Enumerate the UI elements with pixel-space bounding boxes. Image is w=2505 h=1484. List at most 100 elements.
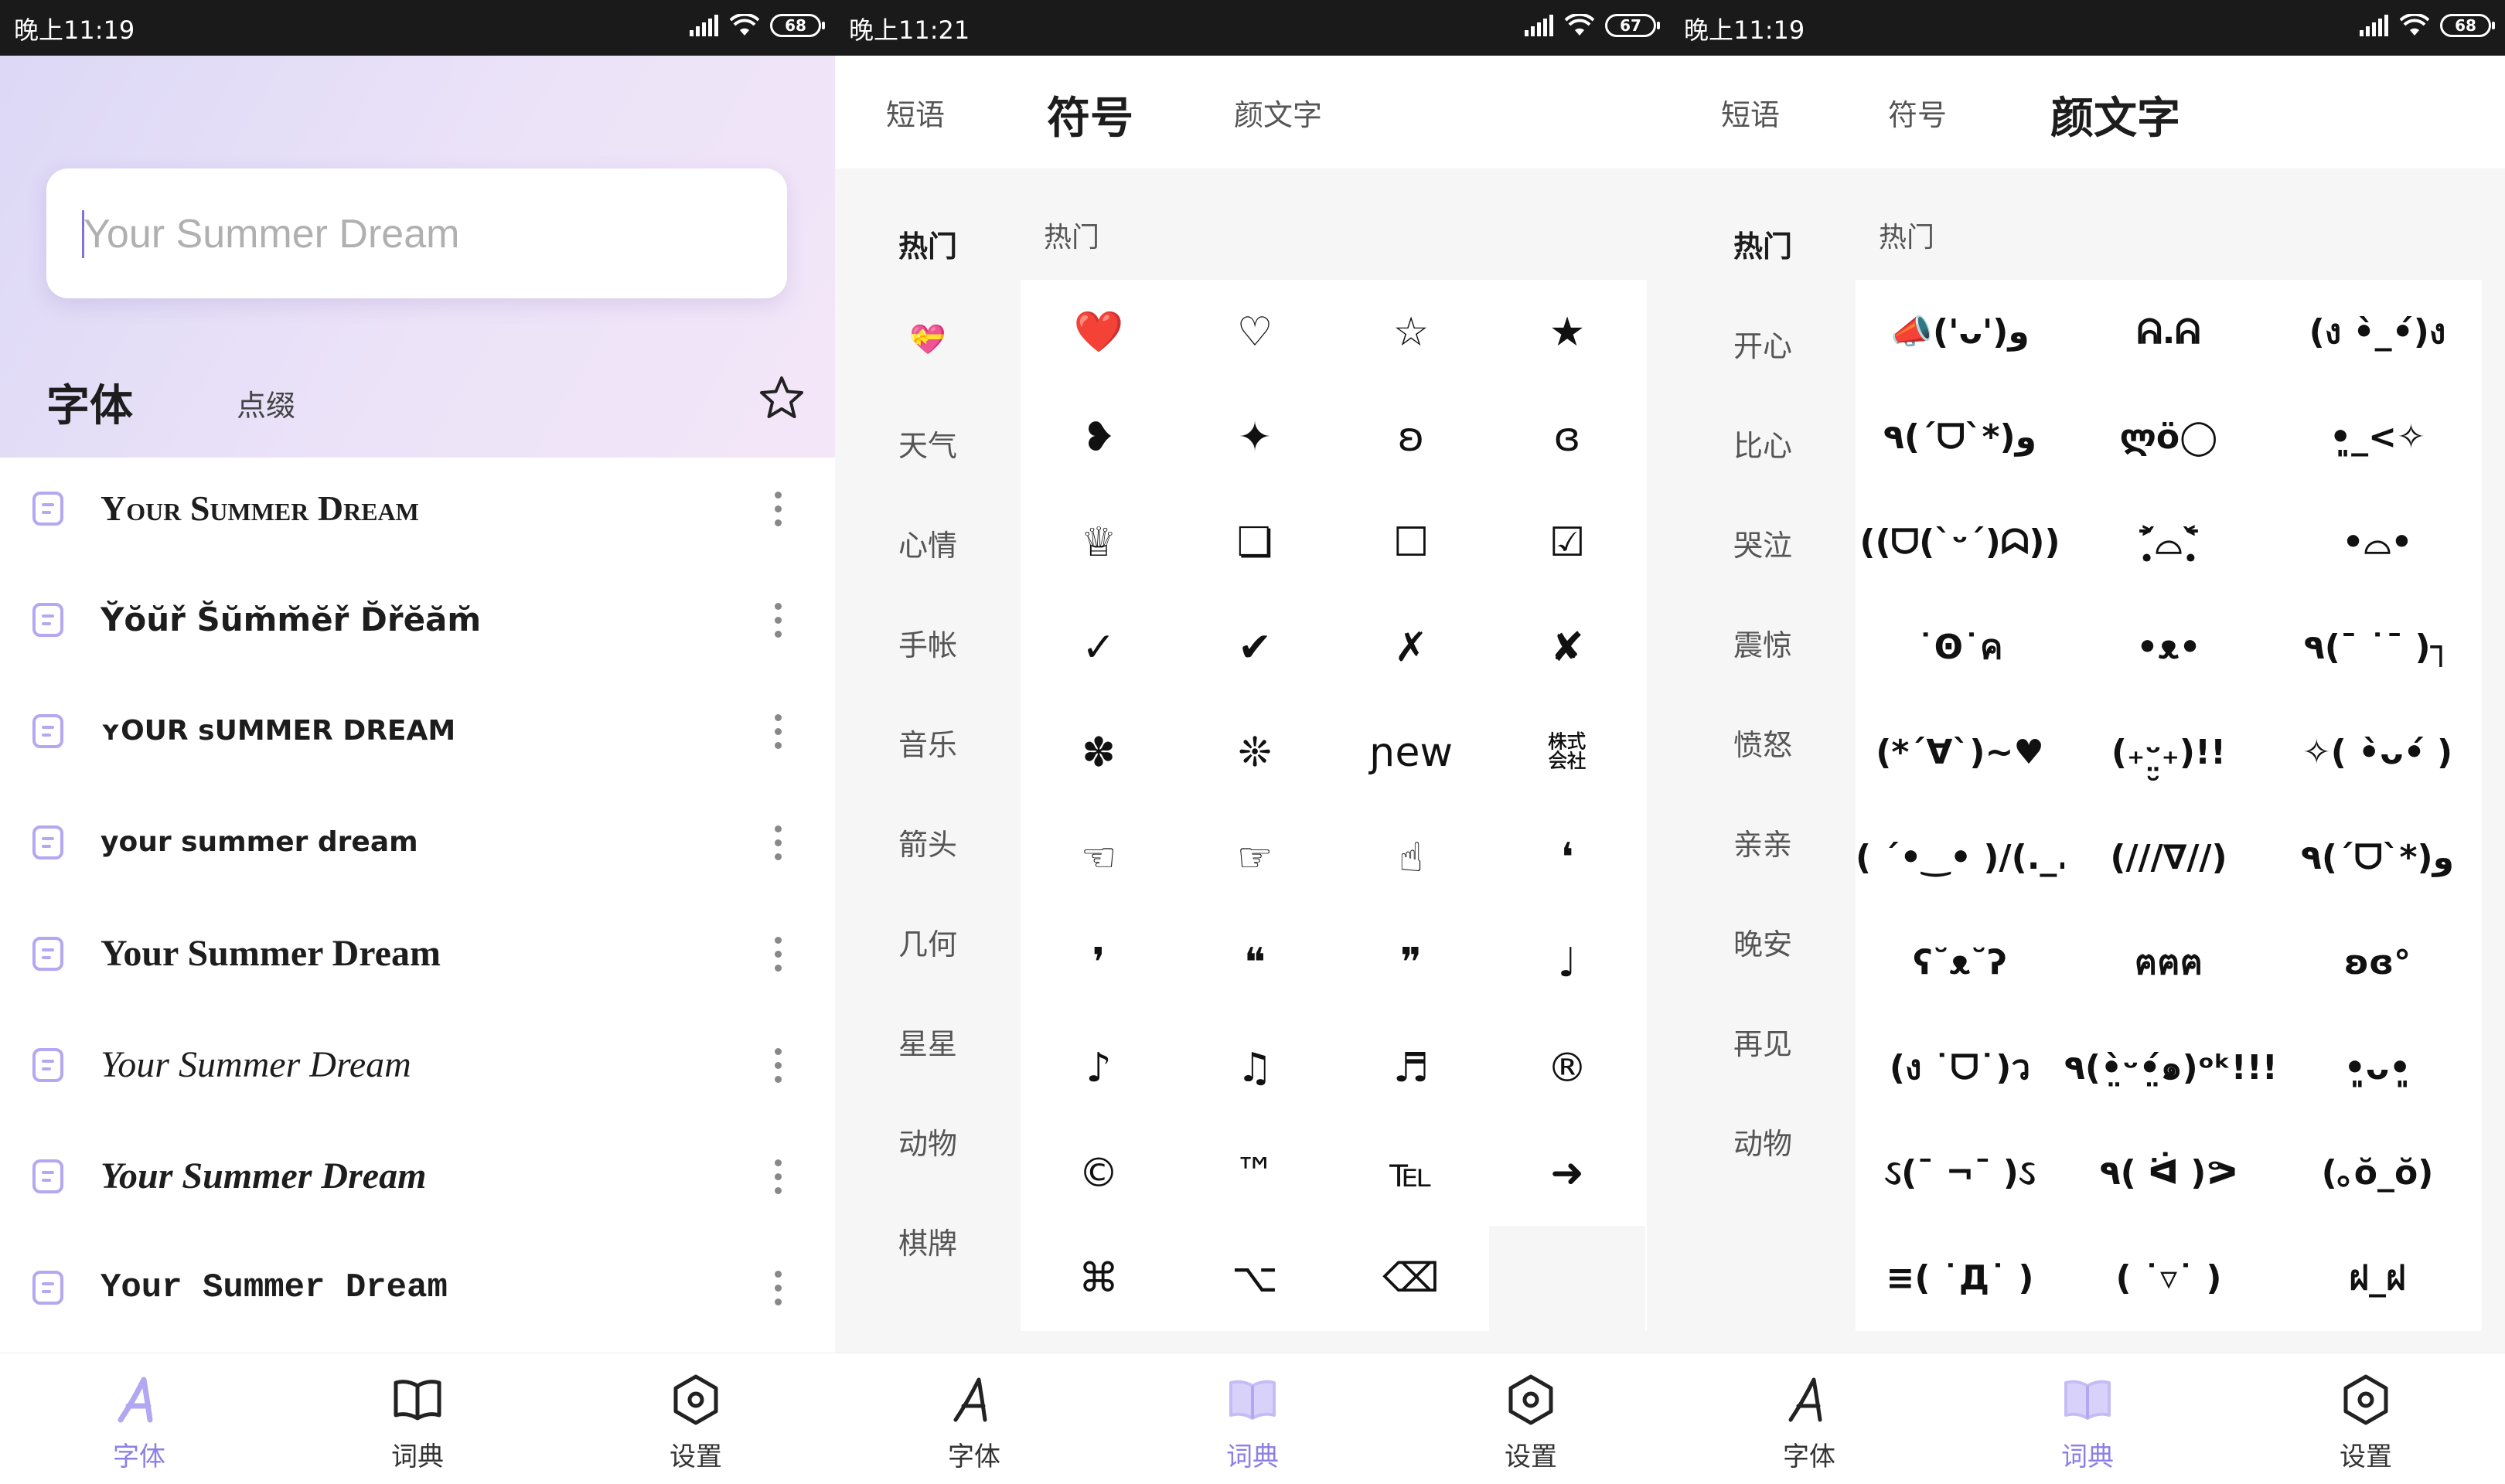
kaomoji-cell[interactable]: ლö◯ [2064,385,2273,490]
category-item[interactable]: 开心 [1670,322,1856,365]
more-vertical-icon[interactable] [770,603,786,646]
symbol-cell[interactable]: ❥ [1021,385,1177,490]
category-item[interactable]: 再见 [1670,1020,1856,1063]
kaomoji-cell[interactable]: ʚɞ° [2273,910,2482,1016]
symbol-cell[interactable]: ✦ [1177,385,1333,490]
symbol-cell[interactable]: ❞ [1333,910,1489,1016]
tab-decorations[interactable]: 点缀 [237,382,295,424]
nav-dictionary[interactable]: 词典 [1948,1353,2227,1484]
kaomoji-cell[interactable]: 📣('ᴗ')و [1856,280,2064,385]
nav-dictionary[interactable]: 词典 [278,1353,557,1484]
symbol-cell[interactable]: ☝ [1333,805,1489,910]
symbol-cell[interactable]: ɲew [1333,700,1489,805]
symbol-cell[interactable]: ✽ [1021,700,1177,805]
kaomoji-cell[interactable]: ᕱ.ᕱ [2064,280,2273,385]
symbol-cell[interactable]: ♬ [1333,1016,1489,1121]
font-row[interactable]: Your Summer Dream [0,1237,835,1348]
font-row[interactable]: Your Summer Dream [0,1125,835,1237]
nav-fonts[interactable]: 字体 [1670,1353,1948,1484]
kaomoji-cell[interactable]: ฝ_ฝ [2273,1226,2482,1331]
symbol-cell[interactable]: ♩ [1489,910,1645,1016]
symbol-cell[interactable]: ☑ [1489,490,1645,595]
kaomoji-cell[interactable]: ˃̣̣̥᷄⌓˂̣̣̥᷅ [2064,490,2273,595]
kaomoji-cell[interactable]: ฅฅฅ [2064,910,2273,1016]
symbol-cell[interactable]: ★ [1489,280,1645,385]
symbol-cell[interactable]: ʚ [1333,385,1489,490]
category-item[interactable]: 心情 [835,522,1021,564]
tab-fonts[interactable]: 字体 [46,371,133,434]
category-item[interactable]: 比心 [1670,422,1856,465]
category-item[interactable]: 晚安 [1670,921,1856,963]
font-row[interactable]: your summer dream [0,791,835,903]
kaomoji-cell[interactable]: ✧( •̀ᴗ•́ ) [2273,700,2482,805]
symbol-cell[interactable]: ☞ [1177,805,1333,910]
kaomoji-cell[interactable]: ˙Ꙩ˙ค [1856,595,2064,700]
font-row[interactable]: Your Summer Dream [0,903,835,1014]
symbol-cell[interactable]: ✗ [1333,595,1489,700]
kaomoji-cell[interactable]: •͈_<✧ [2273,385,2482,490]
symbol-cell[interactable]: ☆ [1333,280,1489,385]
category-item[interactable]: 动物 [835,1120,1021,1162]
symbol-cell[interactable]: ㍿ [1489,700,1645,805]
category-item[interactable]: 音乐 [835,721,1021,764]
kaomoji-cell[interactable]: ( ´•‿• )/(._.`) [1856,805,2064,910]
symbol-cell[interactable]: ♪ [1021,1016,1177,1121]
category-item[interactable]: 箭头 [835,821,1021,863]
symbol-cell[interactable]: ♕ [1021,490,1177,595]
tab-symbols[interactable]: 符号 [1888,91,1947,134]
font-row[interactable]: Y̆ŏŭř S̆ŭm̆m̆ĕř D̆řĕăm̆ [0,569,835,680]
tab-kaomoji[interactable]: 颜文字 [2050,83,2180,146]
more-vertical-icon[interactable] [770,937,786,980]
category-item[interactable]: 星星 [835,1020,1021,1063]
symbol-cell[interactable]: ♡ [1177,280,1333,385]
font-row[interactable]: Your Summer Dream [0,458,835,569]
category-item[interactable]: 天气 [835,422,1021,465]
font-row[interactable]: Your Summer Dream [0,1014,835,1125]
nav-dictionary[interactable]: 词典 [1113,1353,1392,1484]
kaomoji-cell[interactable]: (ง ˙ᗜ˙)ว [1856,1016,2064,1121]
kaomoji-cell[interactable]: ʕ˘ᴥ˘ʔ [1856,910,2064,1016]
symbol-cell[interactable]: ⌘ [1021,1226,1177,1331]
category-item[interactable]: 手帐 [835,621,1021,664]
symbol-cell[interactable]: ✓ [1021,595,1177,700]
symbol-cell[interactable]: ➜ [1489,1121,1645,1226]
symbol-cell[interactable]: ℡ [1333,1121,1489,1226]
kaomoji-cell[interactable]: ≡( ˙Д˙ ) [1856,1226,2064,1331]
more-vertical-icon[interactable] [770,492,786,535]
kaomoji-cell[interactable]: ٩(ˊᗜˋ*)و [2273,805,2482,910]
kaomoji-cell[interactable]: (ง •̀_•́)ง [2273,280,2482,385]
category-item[interactable]: 💝 [835,322,1021,357]
symbol-cell[interactable]: ✘ [1489,595,1645,700]
symbol-cell[interactable]: © [1021,1121,1177,1226]
symbol-cell[interactable]: ™ [1177,1121,1333,1226]
kaomoji-cell[interactable]: (*´∀`)~♥ [1856,700,2064,805]
kaomoji-cell[interactable]: ٩(¯ ˙¯ )┐ [2273,595,2482,700]
kaomoji-cell[interactable]: ٩(´ᗜ`*)و [1856,385,2064,490]
kaomoji-cell[interactable]: ٩(•̤̀ᵕ•̤́๑)ᵒᵏ!!!! [2064,1016,2273,1121]
category-item[interactable]: 几何 [835,921,1021,963]
symbol-cell[interactable]: ® [1489,1016,1645,1121]
symbol-cell[interactable]: ❜ [1021,910,1177,1016]
symbol-cell[interactable]: ⌥ [1177,1226,1333,1331]
tab-kaomoji[interactable]: 颜文字 [1234,91,1322,134]
symbol-cell[interactable]: ❤️ [1021,280,1177,385]
category-item[interactable]: 热门 [1670,223,1856,265]
tab-phrases[interactable]: 短语 [886,91,945,134]
symbol-cell[interactable]: ☜ [1021,805,1177,910]
category-item[interactable]: 愤怒 [1670,721,1856,764]
nav-settings[interactable]: 设置 [1392,1353,1670,1484]
tab-phrases[interactable]: 短语 [1721,91,1780,134]
category-item[interactable]: 震惊 [1670,621,1856,664]
kaomoji-cell[interactable]: ઽ(¯ ¬¯ )ઽ [1856,1121,2064,1226]
symbol-cell[interactable]: ɞ [1489,385,1645,490]
text-input-card[interactable]: Your Summer Dream [46,168,787,298]
symbol-cell[interactable]: ❛ [1489,805,1645,910]
more-vertical-icon[interactable] [770,825,786,869]
nav-settings[interactable]: 设置 [2227,1353,2505,1484]
more-vertical-icon[interactable] [770,1159,786,1203]
kaomoji-cell[interactable]: ٩( ᐛ )ᕗ [2064,1121,2273,1226]
kaomoji-cell[interactable]: •ᴥ• [2064,595,2273,700]
category-item[interactable]: 棋牌 [835,1220,1021,1262]
nav-settings[interactable]: 设置 [557,1353,835,1484]
font-row[interactable]: ʏOUR sUMMER DREAM [0,680,835,791]
